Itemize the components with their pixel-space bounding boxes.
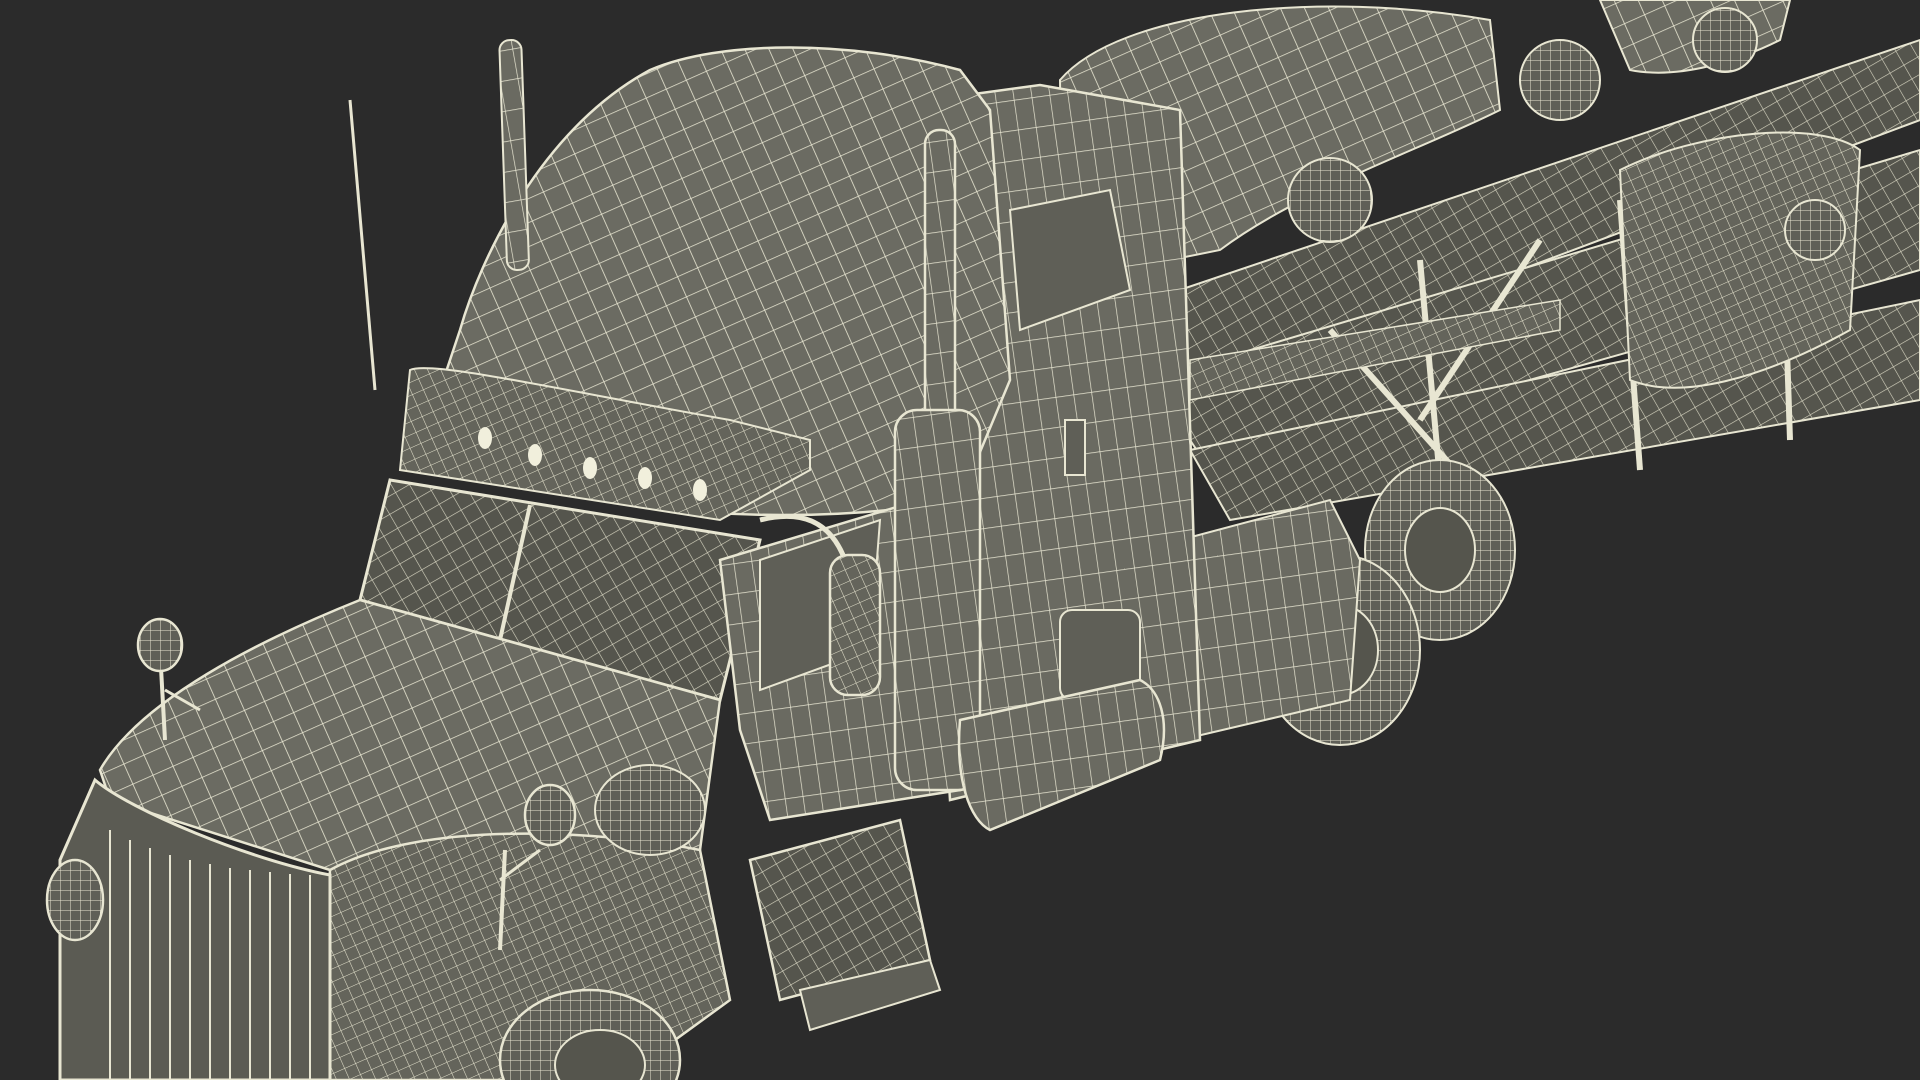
render-viewport (0, 0, 1920, 1080)
car-upper-rear (1598, 0, 1792, 74)
wireframe-render (45, 0, 1920, 1080)
antenna (348, 99, 377, 391)
headlight (45, 858, 105, 942)
